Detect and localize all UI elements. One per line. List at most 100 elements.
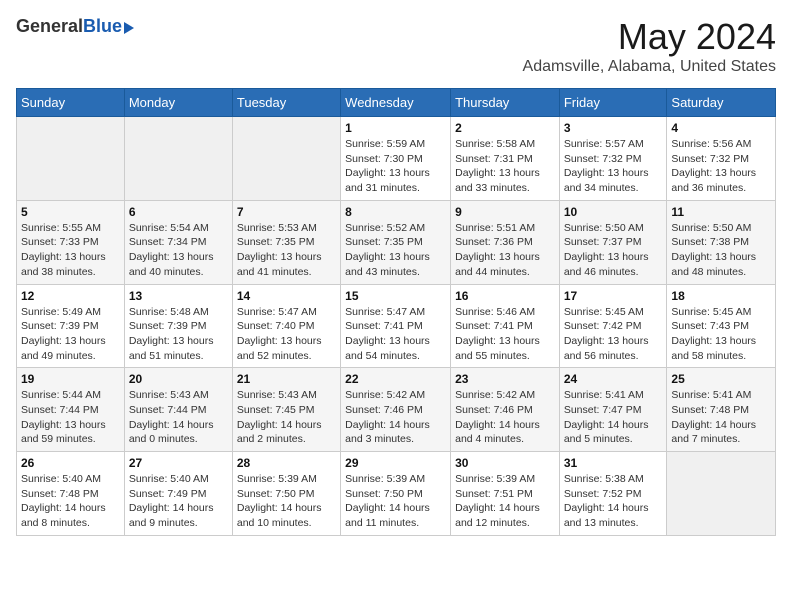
calendar-day-cell [17, 117, 125, 201]
day-number: 6 [129, 205, 228, 219]
logo: General Blue [16, 16, 134, 37]
day-info: Sunrise: 5:58 AM Sunset: 7:31 PM Dayligh… [455, 137, 555, 196]
day-info: Sunrise: 5:38 AM Sunset: 7:52 PM Dayligh… [564, 472, 663, 531]
day-number: 1 [345, 121, 446, 135]
day-number: 5 [21, 205, 120, 219]
day-number: 8 [345, 205, 446, 219]
day-info: Sunrise: 5:45 AM Sunset: 7:42 PM Dayligh… [564, 305, 663, 364]
calendar-day-cell: 1 Sunrise: 5:59 AM Sunset: 7:30 PM Daylig… [341, 117, 451, 201]
day-info: Sunrise: 5:40 AM Sunset: 7:48 PM Dayligh… [21, 472, 120, 531]
calendar-day-cell: 31 Sunrise: 5:38 AM Sunset: 7:52 PM Dayli… [559, 452, 667, 536]
calendar-body: 1 Sunrise: 5:59 AM Sunset: 7:30 PM Daylig… [17, 117, 776, 536]
days-of-week-row: SundayMondayTuesdayWednesdayThursdayFrid… [17, 89, 776, 117]
day-number: 20 [129, 372, 228, 386]
calendar-day-cell: 29 Sunrise: 5:39 AM Sunset: 7:50 PM Dayli… [341, 452, 451, 536]
title-block: May 2024 Adamsville, Alabama, United Sta… [523, 16, 776, 76]
day-number: 26 [21, 456, 120, 470]
calendar-day-cell: 16 Sunrise: 5:46 AM Sunset: 7:41 PM Dayli… [451, 284, 560, 368]
calendar-week-row: 12Sunrise: 5:49 AM Sunset: 7:39 PM Dayli… [17, 284, 776, 368]
calendar-week-row: 26 Sunrise: 5:40 AM Sunset: 7:48 PM Dayli… [17, 452, 776, 536]
day-info: Sunrise: 5:57 AM Sunset: 7:32 PM Dayligh… [564, 137, 663, 196]
logo-blue-text: Blue [83, 16, 122, 37]
calendar-day-cell: 20 Sunrise: 5:43 AM Sunset: 7:44 PM Dayli… [124, 368, 232, 452]
calendar-day-cell: 17Sunrise: 5:45 AM Sunset: 7:42 PM Dayli… [559, 284, 667, 368]
day-info: Sunrise: 5:47 AM Sunset: 7:41 PM Dayligh… [345, 305, 446, 364]
calendar-day-cell: 25Sunrise: 5:41 AM Sunset: 7:48 PM Dayli… [667, 368, 776, 452]
day-number: 21 [237, 372, 336, 386]
day-number: 31 [564, 456, 663, 470]
day-of-week-header: Thursday [451, 89, 560, 117]
calendar-day-cell: 21 Sunrise: 5:43 AM Sunset: 7:45 PM Dayli… [232, 368, 340, 452]
day-info: Sunrise: 5:55 AM Sunset: 7:33 PM Dayligh… [21, 221, 120, 280]
calendar-table: SundayMondayTuesdayWednesdayThursdayFrid… [16, 88, 776, 536]
day-info: Sunrise: 5:45 AM Sunset: 7:43 PM Dayligh… [671, 305, 771, 364]
calendar-day-cell: 6 Sunrise: 5:54 AM Sunset: 7:34 PM Daylig… [124, 200, 232, 284]
day-number: 18 [671, 289, 771, 303]
day-info: Sunrise: 5:50 AM Sunset: 7:37 PM Dayligh… [564, 221, 663, 280]
calendar-week-row: 19Sunrise: 5:44 AM Sunset: 7:44 PM Dayli… [17, 368, 776, 452]
calendar-day-cell: 2 Sunrise: 5:58 AM Sunset: 7:31 PM Daylig… [451, 117, 560, 201]
calendar-day-cell: 10 Sunrise: 5:50 AM Sunset: 7:37 PM Dayli… [559, 200, 667, 284]
day-info: Sunrise: 5:43 AM Sunset: 7:44 PM Dayligh… [129, 388, 228, 447]
day-info: Sunrise: 5:42 AM Sunset: 7:46 PM Dayligh… [345, 388, 446, 447]
day-info: Sunrise: 5:56 AM Sunset: 7:32 PM Dayligh… [671, 137, 771, 196]
calendar-day-cell: 13 Sunrise: 5:48 AM Sunset: 7:39 PM Dayli… [124, 284, 232, 368]
day-info: Sunrise: 5:43 AM Sunset: 7:45 PM Dayligh… [237, 388, 336, 447]
day-info: Sunrise: 5:59 AM Sunset: 7:30 PM Dayligh… [345, 137, 446, 196]
day-number: 27 [129, 456, 228, 470]
day-of-week-header: Saturday [667, 89, 776, 117]
calendar-day-cell: 18 Sunrise: 5:45 AM Sunset: 7:43 PM Dayli… [667, 284, 776, 368]
day-of-week-header: Wednesday [341, 89, 451, 117]
calendar-day-cell: 3 Sunrise: 5:57 AM Sunset: 7:32 PM Daylig… [559, 117, 667, 201]
day-number: 14 [237, 289, 336, 303]
day-info: Sunrise: 5:46 AM Sunset: 7:41 PM Dayligh… [455, 305, 555, 364]
day-number: 2 [455, 121, 555, 135]
calendar-day-cell: 4 Sunrise: 5:56 AM Sunset: 7:32 PM Daylig… [667, 117, 776, 201]
calendar-header: SundayMondayTuesdayWednesdayThursdayFrid… [17, 89, 776, 117]
calendar-week-row: 1 Sunrise: 5:59 AM Sunset: 7:30 PM Daylig… [17, 117, 776, 201]
day-info: Sunrise: 5:47 AM Sunset: 7:40 PM Dayligh… [237, 305, 336, 364]
calendar-day-cell [667, 452, 776, 536]
day-of-week-header: Monday [124, 89, 232, 117]
day-number: 29 [345, 456, 446, 470]
day-number: 28 [237, 456, 336, 470]
calendar-subtitle: Adamsville, Alabama, United States [523, 58, 776, 76]
day-info: Sunrise: 5:53 AM Sunset: 7:35 PM Dayligh… [237, 221, 336, 280]
calendar-day-cell: 15Sunrise: 5:47 AM Sunset: 7:41 PM Dayli… [341, 284, 451, 368]
day-info: Sunrise: 5:54 AM Sunset: 7:34 PM Dayligh… [129, 221, 228, 280]
day-number: 22 [345, 372, 446, 386]
day-info: Sunrise: 5:39 AM Sunset: 7:51 PM Dayligh… [455, 472, 555, 531]
day-of-week-header: Sunday [17, 89, 125, 117]
day-of-week-header: Friday [559, 89, 667, 117]
day-info: Sunrise: 5:42 AM Sunset: 7:46 PM Dayligh… [455, 388, 555, 447]
calendar-day-cell: 12Sunrise: 5:49 AM Sunset: 7:39 PM Dayli… [17, 284, 125, 368]
day-info: Sunrise: 5:48 AM Sunset: 7:39 PM Dayligh… [129, 305, 228, 364]
day-info: Sunrise: 5:39 AM Sunset: 7:50 PM Dayligh… [237, 472, 336, 531]
calendar-day-cell: 28 Sunrise: 5:39 AM Sunset: 7:50 PM Dayli… [232, 452, 340, 536]
calendar-title: May 2024 [523, 16, 776, 58]
day-number: 3 [564, 121, 663, 135]
day-info: Sunrise: 5:39 AM Sunset: 7:50 PM Dayligh… [345, 472, 446, 531]
calendar-day-cell: 24Sunrise: 5:41 AM Sunset: 7:47 PM Dayli… [559, 368, 667, 452]
calendar-day-cell: 11 Sunrise: 5:50 AM Sunset: 7:38 PM Dayli… [667, 200, 776, 284]
day-number: 25 [671, 372, 771, 386]
page-header: General Blue May 2024 Adamsville, Alabam… [16, 16, 776, 76]
day-number: 13 [129, 289, 228, 303]
day-info: Sunrise: 5:51 AM Sunset: 7:36 PM Dayligh… [455, 221, 555, 280]
calendar-day-cell: 19Sunrise: 5:44 AM Sunset: 7:44 PM Dayli… [17, 368, 125, 452]
calendar-day-cell: 22 Sunrise: 5:42 AM Sunset: 7:46 PM Dayli… [341, 368, 451, 452]
calendar-day-cell: 9Sunrise: 5:51 AM Sunset: 7:36 PM Daylig… [451, 200, 560, 284]
logo-general-text: General [16, 16, 83, 37]
day-info: Sunrise: 5:40 AM Sunset: 7:49 PM Dayligh… [129, 472, 228, 531]
day-number: 30 [455, 456, 555, 470]
calendar-day-cell: 30 Sunrise: 5:39 AM Sunset: 7:51 PM Dayli… [451, 452, 560, 536]
day-info: Sunrise: 5:50 AM Sunset: 7:38 PM Dayligh… [671, 221, 771, 280]
calendar-day-cell: 7Sunrise: 5:53 AM Sunset: 7:35 PM Daylig… [232, 200, 340, 284]
calendar-day-cell [124, 117, 232, 201]
day-info: Sunrise: 5:41 AM Sunset: 7:47 PM Dayligh… [564, 388, 663, 447]
day-number: 11 [671, 205, 771, 219]
day-number: 4 [671, 121, 771, 135]
day-number: 16 [455, 289, 555, 303]
day-info: Sunrise: 5:52 AM Sunset: 7:35 PM Dayligh… [345, 221, 446, 280]
day-number: 10 [564, 205, 663, 219]
